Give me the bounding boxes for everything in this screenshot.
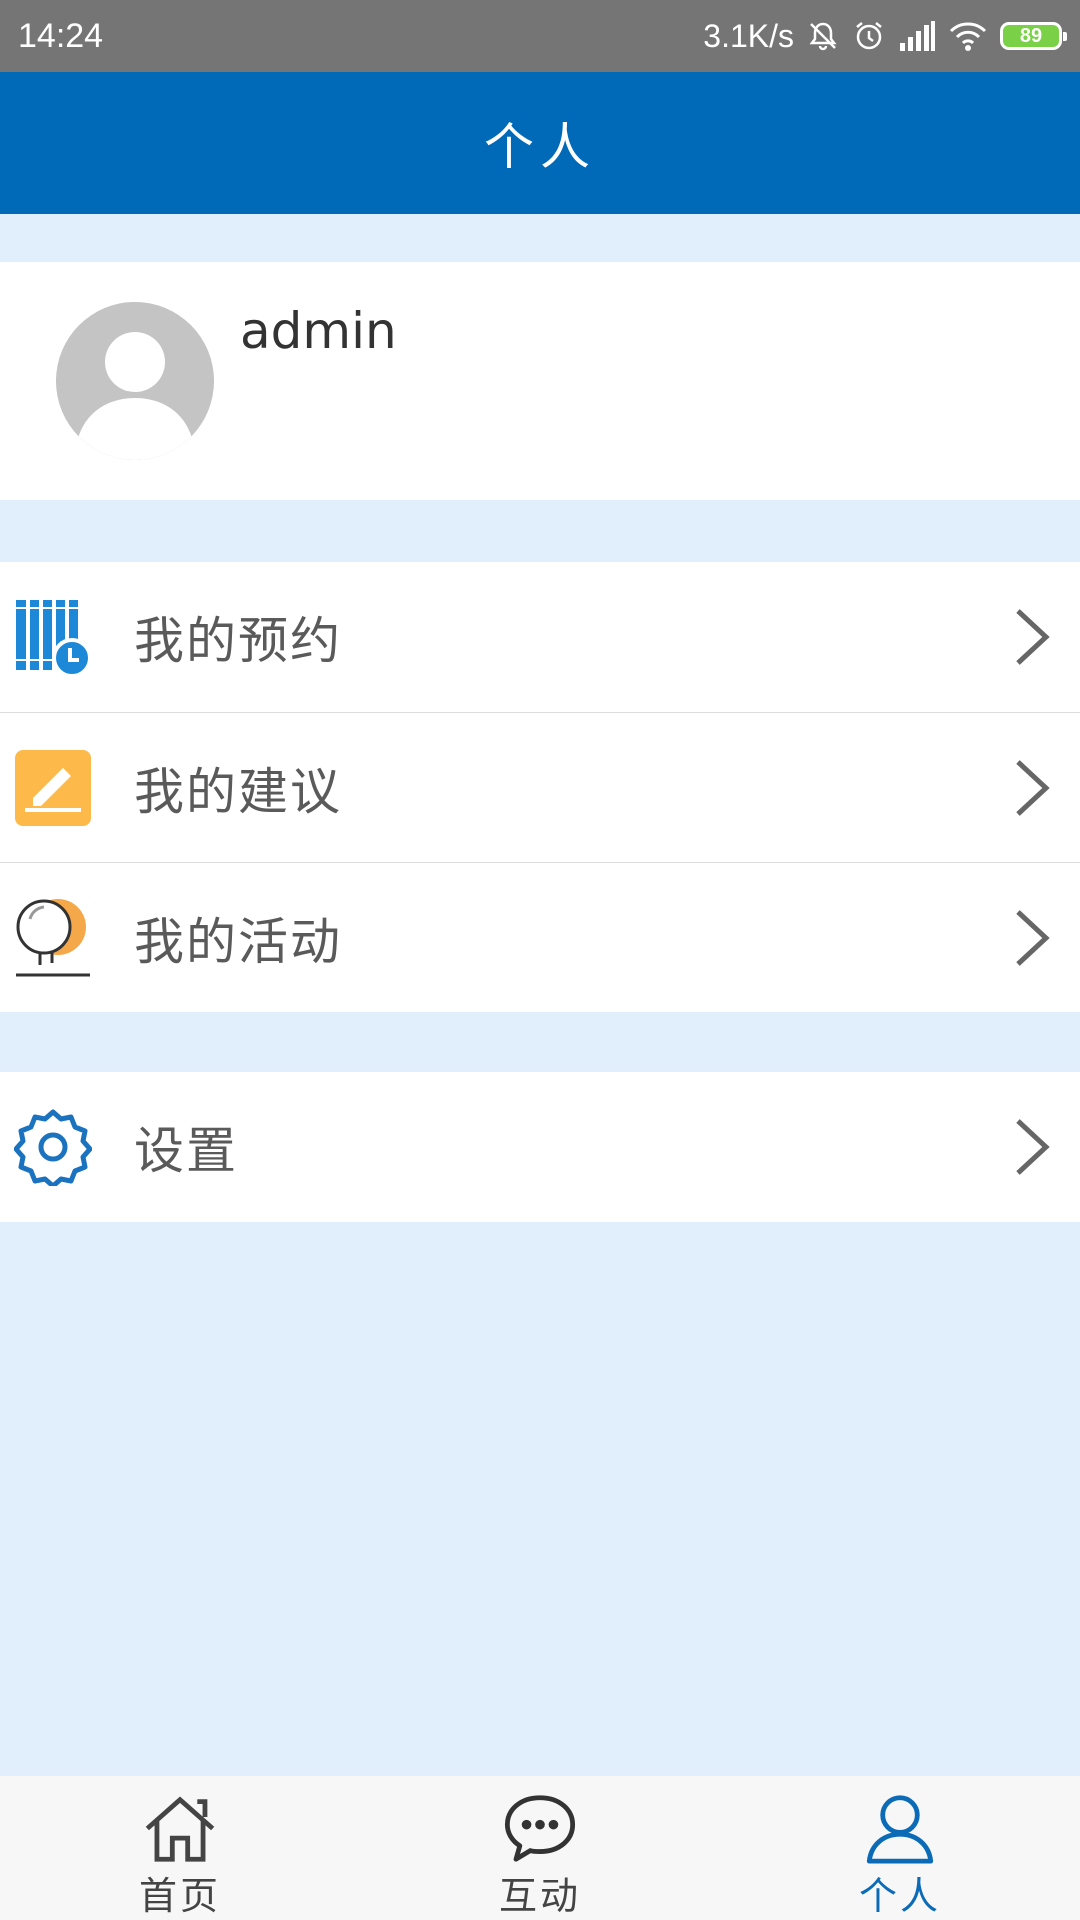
signal-icon: [898, 21, 936, 51]
nav-item-home[interactable]: 首页: [0, 1776, 360, 1920]
status-icons: 3.1K/s 89: [703, 17, 1067, 55]
menu-group-main: 我的预约 我的建议 我的活动: [0, 562, 1080, 1012]
chevron-right-icon: [1016, 759, 1050, 816]
avatar[interactable]: [56, 302, 214, 460]
page-title: 个人: [484, 118, 596, 176]
nav-label: 个人: [858, 1874, 941, 1918]
menu-item-activities[interactable]: 我的活动: [0, 862, 1080, 1012]
calendar-clock-icon: [14, 598, 92, 678]
alarm-icon: [852, 19, 886, 53]
edit-pencil-icon: [14, 749, 92, 827]
user-silhouette-icon: [56, 302, 214, 460]
menu-item-label: 我的预约: [134, 612, 342, 670]
profile-card[interactable]: [0, 262, 1080, 500]
battery-icon: 89: [1000, 22, 1067, 50]
header: 个人: [0, 72, 1080, 214]
nav-item-profile[interactable]: 个人: [720, 1776, 1080, 1920]
menu-item-label: 我的活动: [134, 912, 342, 971]
user-icon: [866, 1795, 934, 1864]
chat-icon: [504, 1795, 576, 1862]
chevron-right-icon: [1016, 909, 1050, 966]
mute-icon: [806, 19, 840, 53]
menu-group-settings: 设置: [0, 1072, 1080, 1222]
status-time: 14:24: [18, 16, 104, 55]
username: admin: [240, 302, 397, 360]
network-speed: 3.1K/s: [703, 17, 794, 54]
nav-label: 互动: [498, 1874, 581, 1918]
nav-label: 首页: [138, 1874, 221, 1918]
bottom-nav: 首页 互动 个人: [0, 1776, 1080, 1920]
gear-icon: [14, 1108, 92, 1186]
chevron-right-icon: [1016, 609, 1050, 665]
chevron-right-icon: [1016, 1119, 1050, 1175]
menu-item-label: 设置: [134, 1122, 238, 1180]
menu-item-suggestions[interactable]: 我的建议: [0, 712, 1080, 862]
home-icon: [145, 1796, 215, 1862]
wifi-icon: [948, 20, 988, 52]
balloon-icon: [14, 899, 92, 977]
menu-item-appointments[interactable]: 我的预约: [0, 562, 1080, 712]
status-bar: 14:24 3.1K/s 89: [0, 0, 1080, 72]
nav-item-interact[interactable]: 互动: [360, 1776, 720, 1920]
menu-item-settings[interactable]: 设置: [0, 1072, 1080, 1222]
menu-item-label: 我的建议: [134, 762, 342, 821]
